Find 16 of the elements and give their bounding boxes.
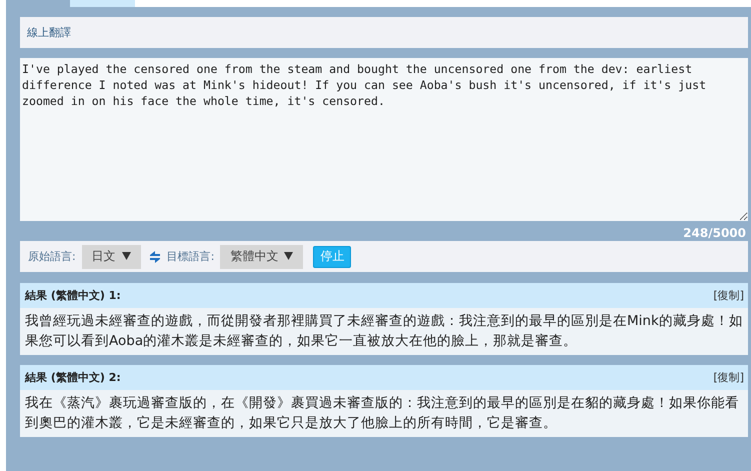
swap-icon[interactable] (148, 250, 161, 264)
result-title: 結果 (繁體中文) 2: (25, 370, 121, 385)
target-language-label: 目標語言: (166, 249, 214, 264)
result-text: 我曾經玩過未經審查的遊戲，而從開發者那裡購買了未經審查的遊戲：我注意到的最早的區別是在Mink的藏身處！如果您可以看到Aoba的灌木叢是未經審查的，如果它一直被放大在他的臉上，那就是審查。 (25, 313, 743, 349)
caret-icon (122, 252, 131, 260)
caret-icon (284, 252, 294, 260)
target-language-dropdown[interactable]: 繁體中文 (220, 244, 304, 268)
result-title: 結果 (繁體中文) 1: (25, 288, 121, 303)
result-text: 我在《蒸汽》裹玩過審查版的，在《開發》裹買過未審查版的：我注意到的最早的區別是在貂的藏身處！如果你能看到奧巴的灌木叢，它是未經審查的，如果它只是放大了他臉上的所有時間，它是審查。 (25, 395, 739, 431)
source-language-dropdown[interactable]: 日文 (82, 244, 141, 268)
panel-title: 線上翻譯 (27, 25, 71, 40)
source-text-field[interactable]: I've played the censored one from the steam and bought the uncensored one from the dev: earliest difference I noted was at Mink's hideout! If you can see Aoba's bush it's uncensored, if it's just zoomed in on his face the whole time, it's censored. (20, 58, 748, 221)
character-count: 248/5000 (683, 226, 746, 240)
source-language-label: 原始語言: (28, 249, 76, 264)
copy-link[interactable]: [復制] (713, 288, 744, 303)
copy-link[interactable]: [復制] (713, 370, 744, 385)
